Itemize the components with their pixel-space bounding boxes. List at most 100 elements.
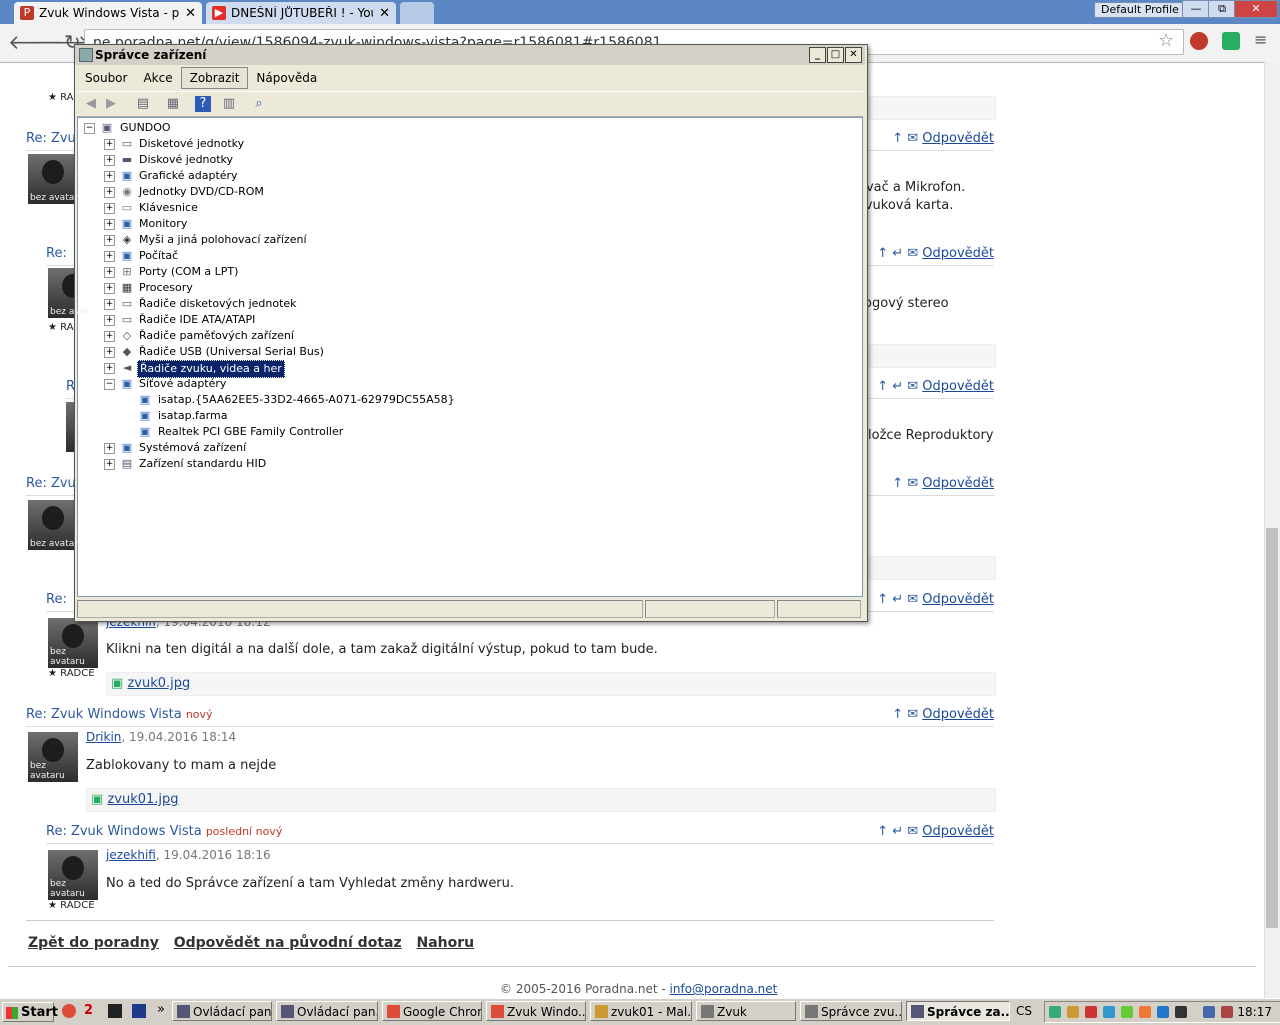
reply-link[interactable]: Odpovědět <box>922 246 994 261</box>
bookmark-star-icon[interactable]: ☆ <box>1158 30 1174 51</box>
tray-icon[interactable] <box>1175 1006 1187 1018</box>
email-link[interactable]: info@poradna.net <box>670 982 778 996</box>
expand-icon[interactable]: + <box>104 331 115 342</box>
reply-link[interactable]: Odpovědět <box>922 476 994 491</box>
scan-hardware-icon[interactable]: ⌕ <box>251 96 267 112</box>
top-link[interactable]: Nahoru <box>417 935 475 951</box>
tab-youtube[interactable]: ▶ DNEŠNÍ JŮTUBEŘI ! - YouTu ✕ <box>206 2 396 24</box>
tree-node[interactable]: + ▤ Zařízení standardu HID <box>78 456 838 472</box>
collapse-icon[interactable]: − <box>104 379 115 390</box>
expand-icon[interactable]: + <box>104 171 115 182</box>
reply-link[interactable]: Odpovědět <box>922 707 994 722</box>
close-button[interactable]: ✕ <box>1234 0 1278 18</box>
attachment-link[interactable]: zvuk0.jpg <box>127 676 190 691</box>
back-icon[interactable]: ◀ <box>83 96 99 112</box>
author-link[interactable]: jezekhifi <box>106 848 156 862</box>
reply-link[interactable]: Odpovědět <box>922 131 994 146</box>
expand-icon[interactable]: + <box>104 267 115 278</box>
start-button[interactable]: Start <box>2 1002 58 1022</box>
properties-icon[interactable]: ▦ <box>165 96 181 112</box>
tree-node[interactable]: + ▭ Řadiče IDE ATA/ATAPI <box>78 312 838 328</box>
taskbar-button[interactable]: Zvuk Windo... <box>486 1001 586 1021</box>
taskbar-button[interactable]: Ovládací pan... <box>276 1001 378 1021</box>
scrollbar-thumb[interactable] <box>1266 528 1278 928</box>
terminal-quicklaunch-icon[interactable] <box>108 1004 122 1018</box>
tab-zvuk-windows-vista[interactable]: P Zvuk Windows Vista - poradn ✕ <box>14 2 202 24</box>
network-icon[interactable] <box>1203 1006 1215 1018</box>
expand-icon[interactable]: + <box>104 459 115 470</box>
expand-icon[interactable]: + <box>104 187 115 198</box>
tree-node[interactable]: + ▭ Klávesnice <box>78 200 838 216</box>
maximize-button[interactable]: □ <box>827 47 844 63</box>
expand-icon[interactable]: + <box>104 235 115 246</box>
tree-node[interactable]: + ◇ Řadiče paměťových zařízení <box>78 328 838 344</box>
device-manager-titlebar[interactable]: Správce zařízení _ □ ✕ <box>75 45 865 65</box>
tab-close-icon[interactable]: ✕ <box>379 6 390 21</box>
expand-icon[interactable]: + <box>104 363 115 374</box>
author-link[interactable]: Drikin <box>86 730 121 744</box>
expand-icon[interactable]: + <box>104 443 115 454</box>
expand-icon[interactable]: + <box>104 155 115 166</box>
tree-node[interactable]: + ▣ Systémová zařízení <box>78 440 838 456</box>
expand-icon[interactable]: + <box>104 347 115 358</box>
expand-icon[interactable]: + <box>104 139 115 150</box>
reply-original-link[interactable]: Odpovědět na původní dotaz <box>174 935 402 951</box>
menu-icon[interactable]: ≡ <box>1254 30 1267 49</box>
tree-node[interactable]: + ▭ Disketové jednotky <box>78 136 838 152</box>
reply-link[interactable]: Odpovědět <box>922 592 994 607</box>
menu-akce[interactable]: Akce <box>135 68 180 88</box>
tray-icon[interactable] <box>1139 1006 1151 1018</box>
menu-soubor[interactable]: Soubor <box>77 68 135 88</box>
tray-icon[interactable] <box>1049 1006 1061 1018</box>
taskbar-button[interactable]: Ovládací pan... <box>172 1001 272 1021</box>
expand-icon[interactable]: + <box>104 315 115 326</box>
tree-child-node[interactable]: ▣ isatap.farma <box>78 408 838 424</box>
menu-napoveda[interactable]: Nápověda <box>248 68 325 88</box>
tree-node[interactable]: + ▣ Grafické adaptéry <box>78 168 838 184</box>
taskbar-button[interactable]: zvuk01 - Mal... <box>590 1001 692 1021</box>
taskbar-button[interactable]: Zvuk <box>696 1001 796 1021</box>
tree-node[interactable]: + ◈ Myši a jiná polohovací zařízení <box>78 232 838 248</box>
taskbar-button[interactable]: Správce zvu... <box>800 1001 902 1021</box>
expand-icon[interactable]: + <box>104 299 115 310</box>
safely-remove-icon[interactable] <box>1221 1006 1233 1018</box>
tree-child-node[interactable]: ▣ Realtek PCI GBE Family Controller <box>78 424 838 440</box>
tree-node[interactable]: + ⊞ Porty (COM a LPT) <box>78 264 838 280</box>
menu-zobrazit[interactable]: Zobrazit <box>180 67 249 89</box>
profile-button[interactable]: Default Profile <box>1094 2 1186 18</box>
expand-icon[interactable]: + <box>104 283 115 294</box>
tab-close-icon[interactable]: ✕ <box>185 6 196 21</box>
tree-node[interactable]: + ▣ Monitory <box>78 216 838 232</box>
forward-icon[interactable]: ▶ <box>103 96 119 112</box>
help-icon[interactable]: ? <box>195 96 211 112</box>
tree-node[interactable]: + ▣ Počítač <box>78 248 838 264</box>
tree-child-node[interactable]: ▣ isatap.{5AA62EE5-33D2-4665-A071-62979DC… <box>78 392 838 408</box>
adblock-icon[interactable] <box>1190 32 1208 50</box>
tree-node[interactable]: + ▦ Procesory <box>78 280 838 296</box>
taskbar-button[interactable]: Google Chrome <box>382 1001 482 1021</box>
tray-icon[interactable] <box>1157 1006 1169 1018</box>
expand-icon[interactable]: + <box>104 219 115 230</box>
reply-link[interactable]: Odpovědět <box>922 379 994 394</box>
tree-node[interactable]: + ▬ Diskové jednotky <box>78 152 838 168</box>
restore-button[interactable]: ⧉ <box>1208 0 1236 18</box>
app-quicklaunch-icon[interactable] <box>132 1004 146 1018</box>
tree-root[interactable]: − ▣ GUNDOO <box>78 120 838 136</box>
tray-icon[interactable] <box>1103 1006 1115 1018</box>
minimize-button[interactable]: _ <box>809 47 826 63</box>
back-link[interactable]: Zpět do poradny <box>28 935 159 951</box>
view-icon[interactable]: ▥ <box>221 96 237 112</box>
tree-node[interactable]: + ◉ Jednotky DVD/CD-ROM <box>78 184 838 200</box>
show-hide-tree-icon[interactable]: ▤ <box>135 96 151 112</box>
language-indicator[interactable]: CS <box>1016 1004 1032 1018</box>
quicklaunch-badge[interactable]: 2 <box>84 1003 93 1018</box>
expand-icon[interactable]: + <box>104 251 115 262</box>
tree-node[interactable]: + ▭ Řadiče disketových jednotek <box>78 296 838 312</box>
chrome-quicklaunch-icon[interactable] <box>62 1004 76 1018</box>
tree-node[interactable]: + ◆ Řadiče USB (Universal Serial Bus) <box>78 344 838 360</box>
taskbar-button[interactable]: Správce za... <box>906 1001 1010 1021</box>
expand-icon[interactable]: + <box>104 203 115 214</box>
new-tab-button[interactable] <box>400 2 434 24</box>
tray-icon[interactable] <box>1121 1006 1133 1018</box>
minimize-button[interactable]: — <box>1182 0 1210 18</box>
